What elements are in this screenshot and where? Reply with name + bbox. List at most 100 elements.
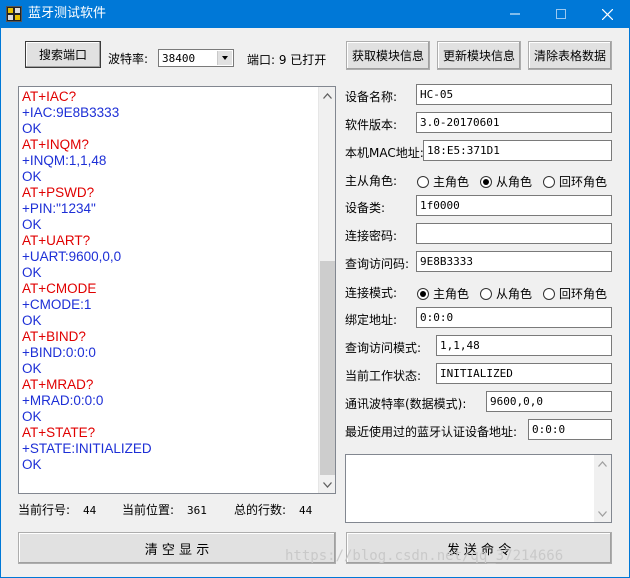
clear-table-button[interactable]: 清除表格数据 — [528, 41, 612, 70]
conn-mode-radio-loopback[interactable] — [543, 288, 555, 300]
bind-address-field[interactable]: 0:0:0 — [416, 307, 612, 328]
conn-mode-option-master: 主角色 — [433, 287, 470, 301]
command-scrollbar[interactable] — [594, 455, 611, 522]
log-response-line: +IAC:9E8B3333 — [22, 105, 120, 120]
mac-address-label: 本机MAC地址: — [345, 146, 424, 160]
role-option-slave: 从角色 — [496, 175, 533, 189]
work-state-label: 当前工作状态: — [345, 369, 422, 383]
log-response-line: OK — [22, 409, 42, 424]
close-icon — [601, 8, 613, 20]
conn-mode-option-slave: 从角色 — [496, 287, 533, 301]
software-version-field[interactable]: 3.0-20170601 — [416, 112, 612, 133]
mac-address-field[interactable]: 18:E5:371D1 — [423, 140, 612, 161]
inquiry-mode-field[interactable]: 1,1,48 — [436, 335, 612, 356]
search-port-button[interactable]: 搜索端口 — [25, 41, 101, 68]
total-lines-label: 总的行数: — [234, 503, 287, 517]
inquiry-mode-label: 查询访问模式: — [345, 341, 422, 355]
log-response-line: +UART:9600,0,0 — [22, 249, 122, 264]
command-scroll-down-button[interactable] — [594, 505, 611, 522]
minimize-button[interactable] — [492, 0, 538, 28]
baud-rate-value: 38400 — [162, 52, 196, 65]
current-position-label: 当前位置: — [122, 503, 175, 517]
baud-rate-label: 波特率: — [108, 52, 149, 66]
get-module-info-button[interactable]: 获取模块信息 — [346, 41, 430, 70]
log-response-line: +BIND:0:0:0 — [22, 345, 96, 360]
log-command-line: AT+IAC? — [22, 89, 77, 104]
log-command-line: AT+INQM? — [22, 137, 89, 152]
inquiry-access-code-label: 查询访问码: — [345, 257, 410, 271]
conn-mode-option-loopback: 回环角色 — [559, 287, 608, 301]
scroll-down-button[interactable] — [319, 476, 335, 493]
role-option-master: 主角色 — [433, 175, 470, 189]
baud-rate-select[interactable]: 38400 — [158, 49, 234, 67]
current-line-value: 44 — [83, 504, 97, 517]
log-response-line: +MRAD:0:0:0 — [22, 393, 104, 408]
log-response-line: OK — [22, 121, 42, 136]
window-title: 蓝牙测试软件 — [28, 6, 107, 21]
log-response-line: OK — [22, 457, 42, 472]
role-radio-slave[interactable] — [480, 176, 492, 188]
log-response-line: +CMODE:1 — [22, 297, 92, 312]
role-option-loopback: 回环角色 — [559, 175, 608, 189]
chevron-down-icon — [222, 56, 228, 60]
bind-address-label: 绑定地址: — [345, 313, 398, 327]
connection-mode-label: 连接模式: — [345, 286, 398, 300]
log-command-line: AT+MRAD? — [22, 377, 94, 392]
command-scroll-up-button[interactable] — [594, 455, 611, 472]
log-response-line: +PIN:"1234" — [22, 201, 96, 216]
conn-mode-radio-master[interactable] — [417, 288, 429, 300]
total-lines-value: 44 — [299, 504, 313, 517]
recent-device-address-label: 最近使用过的蓝牙认证设备地址: — [345, 425, 518, 439]
log-command-line: AT+CMODE — [22, 281, 97, 296]
log-command-line: AT+UART? — [22, 233, 91, 248]
scroll-thumb[interactable] — [320, 261, 335, 475]
title-bar[interactable]: 蓝牙测试软件 — [0, 0, 630, 28]
log-response-line: +INQM:1,1,48 — [22, 153, 107, 168]
log-textbox[interactable]: AT+IAC? +IAC:9E8B3333 OK AT+INQM? +INQM:1,1,… — [18, 86, 336, 494]
role-radio-master[interactable] — [417, 176, 429, 188]
device-name-field[interactable]: HC-05 — [416, 84, 612, 105]
log-response-line: +STATE:INITIALIZED — [22, 441, 152, 456]
minimize-icon — [510, 13, 520, 15]
maximize-icon — [556, 9, 566, 19]
scroll-down-icon — [598, 510, 607, 517]
conn-mode-radio-slave[interactable] — [480, 288, 492, 300]
work-state-field[interactable]: INITIALIZED — [436, 363, 612, 384]
update-module-info-button[interactable]: 更新模块信息 — [437, 41, 521, 70]
command-input[interactable] — [345, 454, 612, 523]
maximize-button[interactable] — [538, 0, 584, 28]
port-status: 端口: 9 已打开 — [247, 53, 327, 67]
app-icon — [6, 6, 22, 22]
role-radio-loopback[interactable] — [543, 176, 555, 188]
dropdown-arrow-button[interactable] — [217, 51, 232, 65]
log-response-line: OK — [22, 313, 42, 328]
uart-label: 通讯波特率(数据模式): — [345, 397, 467, 411]
close-button[interactable] — [584, 0, 630, 28]
password-field[interactable] — [416, 223, 612, 244]
inquiry-access-code-field[interactable]: 9E8B3333 — [416, 251, 612, 272]
software-version-label: 软件版本: — [345, 118, 398, 132]
log-scrollbar[interactable] — [318, 87, 335, 493]
current-position-value: 361 — [187, 504, 207, 517]
recent-device-address-field[interactable]: 0:0:0 — [528, 419, 612, 440]
device-class-label: 设备类: — [345, 201, 386, 215]
log-command-line: AT+STATE? — [22, 425, 96, 440]
scroll-up-icon — [323, 92, 332, 99]
watermark-text: https://blog.csdn.net/qq_37214666 — [285, 548, 564, 564]
log-response-line: OK — [22, 169, 42, 184]
role-label: 主从角色: — [345, 174, 398, 188]
log-response-line: OK — [22, 361, 42, 376]
log-command-line: AT+PSWD? — [22, 185, 95, 200]
log-lines: AT+IAC? +IAC:9E8B3333 OK AT+INQM? +INQM:1,1,… — [22, 89, 318, 473]
device-name-label: 设备名称: — [345, 90, 398, 104]
scroll-down-icon — [323, 481, 332, 488]
scroll-up-button[interactable] — [319, 87, 335, 104]
password-label: 连接密码: — [345, 229, 398, 243]
log-response-line: OK — [22, 265, 42, 280]
scroll-up-icon — [598, 460, 607, 467]
log-response-line: OK — [22, 217, 42, 232]
current-line-label: 当前行号: — [18, 503, 71, 517]
device-class-field[interactable]: 1f0000 — [416, 195, 612, 216]
log-command-line: AT+BIND? — [22, 329, 86, 344]
uart-field[interactable]: 9600,0,0 — [486, 391, 612, 412]
